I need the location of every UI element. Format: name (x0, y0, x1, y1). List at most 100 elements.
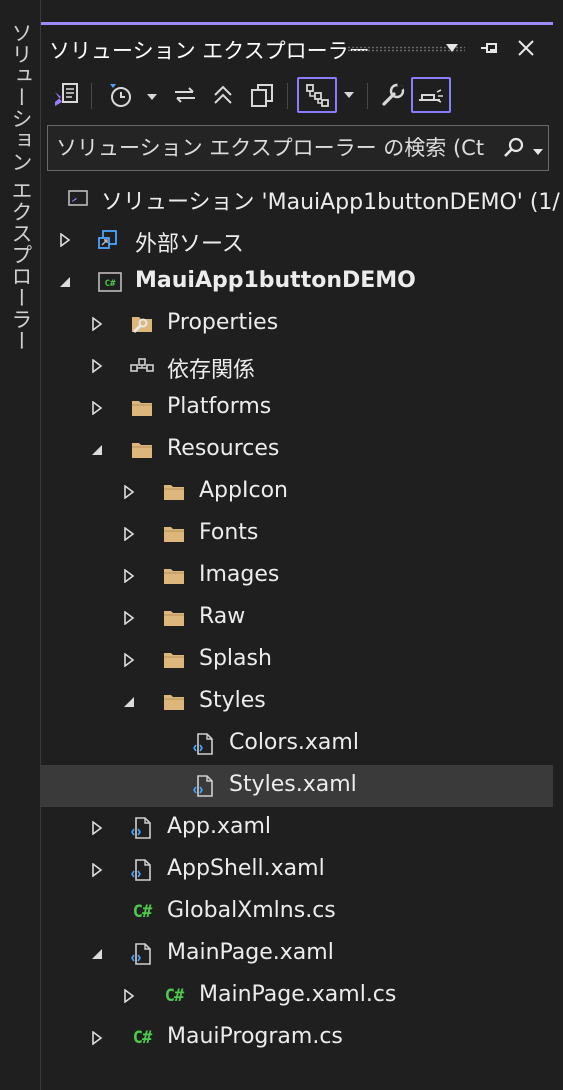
tree-item-colors-xaml[interactable]: Colors.xaml (41, 723, 553, 765)
expand-arrow-icon[interactable] (119, 566, 139, 586)
expand-arrow-icon[interactable] (119, 986, 139, 1006)
close-button[interactable] (511, 33, 541, 63)
svg-text:C#: C# (105, 279, 116, 289)
tree-item-label: 外部ソース (135, 232, 244, 257)
tree-item-project[interactable]: C# MauiApp1buttonDEMO (41, 261, 553, 303)
collapse-arrow-icon[interactable] (119, 692, 139, 712)
tree-item-label: GlobalXmlns.cs (167, 898, 336, 923)
tree-item-splash[interactable]: Splash (41, 639, 553, 681)
solution-explorer-side-tab[interactable]: ソリューション エクスプローラー (0, 0, 41, 1090)
csharp-file-icon: C# (132, 902, 152, 922)
tree-item-styles-folder[interactable]: Styles (41, 681, 553, 723)
close-icon (518, 40, 534, 56)
xaml-file-icon (191, 732, 217, 756)
tree-item-label: Colors.xaml (229, 730, 359, 755)
window-position-dropdown-button[interactable] (437, 33, 467, 63)
tree-item-raw[interactable]: Raw (41, 597, 553, 639)
properties-folder-icon (129, 312, 155, 336)
preview-icon (419, 89, 443, 103)
toolbar-separator (91, 83, 92, 109)
expand-arrow-icon[interactable] (55, 230, 75, 250)
panel-title-bar[interactable]: ソリューション エクスプローラー (41, 25, 553, 71)
search-icon (504, 137, 524, 157)
tree-item-label: Resources (167, 436, 280, 461)
expand-arrow-icon[interactable] (119, 482, 139, 502)
folder-icon (161, 564, 187, 588)
properties-button[interactable] (377, 77, 409, 113)
tree-item-label: Fonts (199, 520, 259, 545)
collapse-arrow-icon[interactable] (87, 440, 107, 460)
expand-arrow-icon[interactable] (87, 818, 107, 838)
search-box (47, 125, 549, 171)
wrench-icon (382, 82, 405, 106)
show-all-files-button[interactable] (245, 77, 279, 113)
triangle-down-icon (446, 44, 458, 52)
tree-item-label: Splash (199, 646, 272, 671)
triangle-down-icon (344, 92, 354, 98)
search-options-dropdown[interactable] (532, 141, 544, 160)
tree-item-images[interactable]: Images (41, 555, 553, 597)
xaml-file-icon (129, 942, 155, 966)
tree-item-fonts[interactable]: Fonts (41, 513, 553, 555)
tree-item-label: Styles (199, 688, 266, 713)
search-button[interactable] (502, 136, 526, 164)
expand-arrow-icon[interactable] (119, 650, 139, 670)
side-tab-label: ソリューション エクスプローラー (9, 22, 33, 352)
tree-item-external-sources[interactable]: 外部ソース (41, 219, 553, 261)
expand-arrow-icon[interactable] (87, 356, 107, 376)
tree-item-app-xaml[interactable]: App.xaml (41, 807, 553, 849)
toolbar-separator (367, 83, 368, 109)
csharp-file-icon: C# (132, 1028, 152, 1048)
pending-changes-filter-icon (110, 84, 157, 107)
expand-arrow-icon[interactable] (87, 314, 107, 334)
tree-item-platforms[interactable]: Platforms (41, 387, 553, 429)
tree-item-mainpage-xaml-cs[interactable]: C# MainPage.xaml.cs (41, 975, 553, 1017)
collapse-all-icon (214, 85, 232, 104)
tree-item-mauiprogram-cs[interactable]: C# MauiProgram.cs (41, 1017, 553, 1059)
dependencies-icon (129, 354, 155, 378)
switch-views-button[interactable] (49, 77, 83, 113)
view-options-dropdown[interactable] (339, 77, 359, 113)
tree-item-label: Properties (167, 310, 279, 335)
xaml-file-icon (129, 858, 155, 882)
pin-icon (481, 43, 497, 53)
expand-arrow-icon[interactable] (87, 860, 107, 880)
tree-item-label: MauiProgram.cs (167, 1024, 343, 1049)
tree-item-label: Raw (199, 604, 246, 629)
csharp-file-icon: C# (164, 986, 184, 1006)
tree-item-globalxmlns-cs[interactable]: C# GlobalXmlns.cs (41, 891, 553, 933)
tree-item-appshell-xaml[interactable]: AppShell.xaml (41, 849, 553, 891)
solution-icon (65, 186, 91, 210)
folder-icon (161, 522, 187, 546)
expand-arrow-icon[interactable] (87, 398, 107, 418)
preview-selected-items-button[interactable] (411, 77, 451, 113)
tree-item-resources[interactable]: Resources (41, 429, 553, 471)
xaml-file-icon (191, 774, 217, 798)
tree-item-label: MainPage.xaml.cs (199, 982, 397, 1007)
folder-icon (161, 648, 187, 672)
tree-item-label: Images (199, 562, 280, 587)
auto-hide-pin-button[interactable] (475, 33, 505, 63)
tree-item-mainpage-xaml[interactable]: MainPage.xaml (41, 933, 553, 975)
tree-item-label: App.xaml (167, 814, 272, 839)
sync-with-active-document-button[interactable] (169, 77, 201, 113)
folder-icon (129, 438, 155, 462)
search-input[interactable] (48, 126, 488, 170)
collapse-arrow-icon[interactable] (87, 944, 107, 964)
panel-title: ソリューション エクスプローラー (49, 39, 370, 63)
expand-arrow-icon[interactable] (119, 524, 139, 544)
folder-icon (129, 396, 155, 420)
view-class-diagram-button[interactable] (297, 77, 337, 113)
collapse-arrow-icon[interactable] (55, 272, 75, 292)
tree-item-styles-xaml[interactable]: Styles.xaml (41, 765, 553, 807)
folder-icon (161, 690, 187, 714)
tree-item-solution[interactable]: ソリューション 'MauiApp1buttonDEMO' (1/ (41, 177, 560, 219)
pending-changes-filter-button[interactable] (103, 77, 163, 113)
expand-arrow-icon[interactable] (119, 608, 139, 628)
tree-item-dependencies[interactable]: 依存関係 (41, 345, 553, 387)
tree-item-properties[interactable]: Properties (41, 303, 553, 345)
collapse-all-button[interactable] (207, 77, 239, 113)
tree-item-appicon[interactable]: AppIcon (41, 471, 553, 513)
tree-item-label: ソリューション 'MauiApp1buttonDEMO' (1/ (101, 190, 560, 215)
expand-arrow-icon[interactable] (87, 1028, 107, 1048)
